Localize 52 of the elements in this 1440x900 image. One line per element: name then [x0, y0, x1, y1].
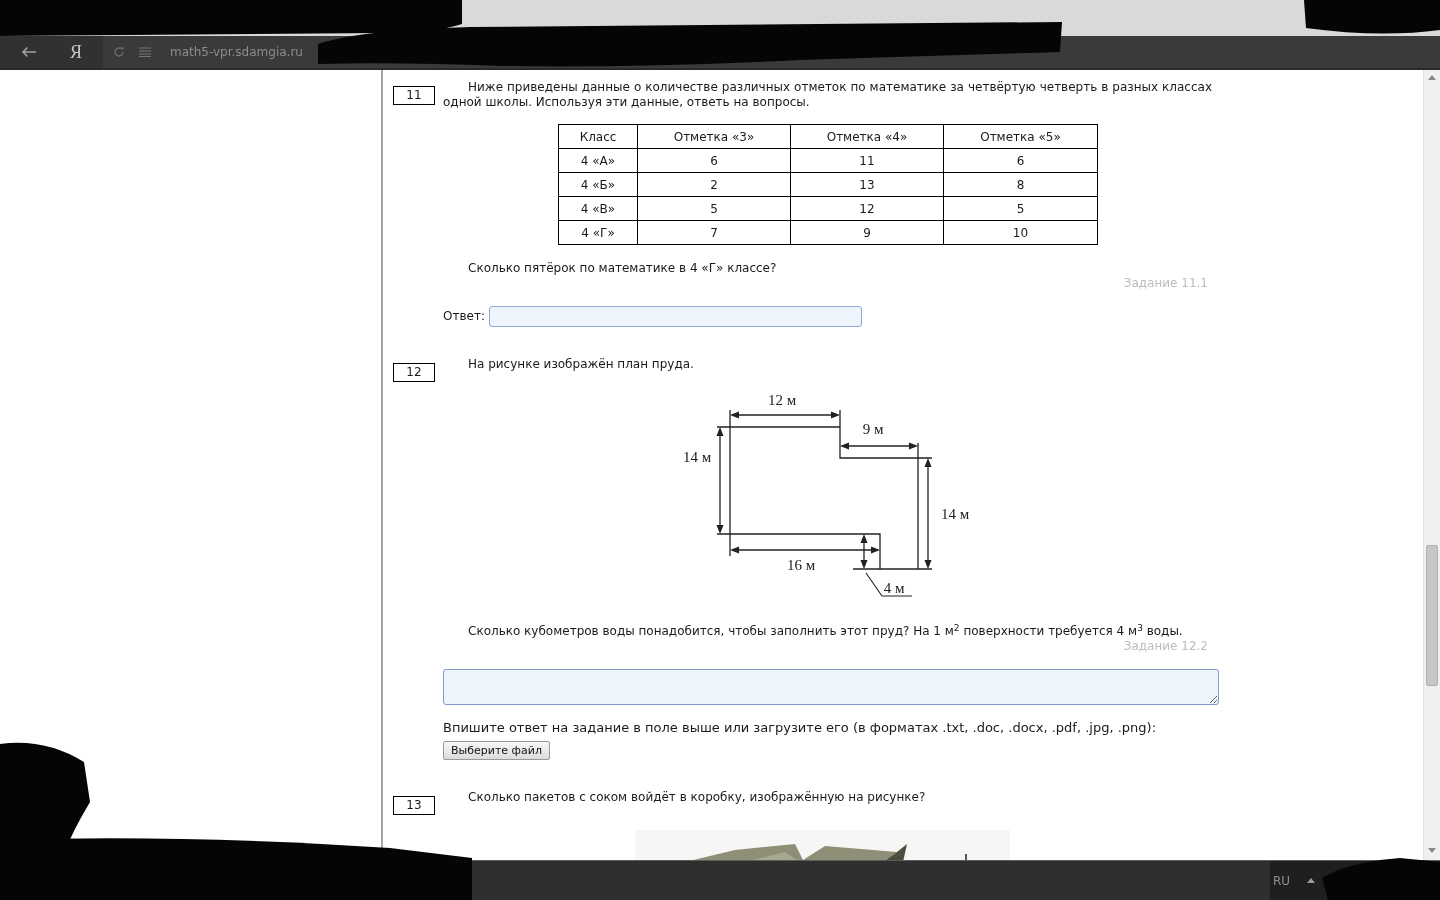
table-cell: 8 — [943, 172, 1098, 197]
table-cell: 11 — [790, 148, 944, 173]
back-arrow-icon[interactable] — [21, 46, 37, 58]
refresh-icon[interactable] — [113, 46, 125, 58]
scrollbar-thumb[interactable] — [1426, 545, 1438, 686]
table-cell: 2 — [637, 172, 791, 197]
table-cell: 13 — [790, 172, 944, 197]
menu-icon[interactable] — [139, 47, 151, 57]
scroll-down-icon[interactable] — [1428, 848, 1436, 853]
dimension-label: 14 м — [682, 449, 712, 465]
task-text: Ниже приведены данные о количестве различных отметок по математике за четвёртую четверть в разных классах одной школы. Используя эти данные, ответь на вопросы. — [443, 80, 1213, 110]
dimension-label: 16 м — [786, 557, 816, 573]
table-cell: 4 «Г» — [558, 220, 638, 245]
answer-field[interactable] — [488, 306, 862, 327]
task-number: 12 — [393, 363, 435, 382]
task-text: Сколько пакетов с соком войдёт в коробку, изображённую на рисунке? — [467, 790, 927, 805]
browser-logo[interactable]: Я — [70, 42, 82, 62]
dimension-label: 14 м — [940, 506, 970, 522]
table-cell: 5 — [943, 196, 1098, 221]
table-cell: 12 — [790, 196, 944, 221]
column-header: Класс — [558, 124, 638, 149]
task-label: Задание 11.1 — [1123, 276, 1208, 291]
scroll-up-icon[interactable] — [1428, 75, 1436, 80]
task-label: Задание 12.2 — [1123, 639, 1208, 654]
table-cell: 4 «Б» — [558, 172, 638, 197]
task-text: На рисунке изображён план пруда. — [467, 357, 695, 372]
column-header: Отметка «5» — [943, 124, 1098, 149]
table-cell: 6 — [637, 148, 791, 173]
choose-file-button[interactable]: Выберите файл — [443, 741, 550, 760]
table-cell: 6 — [943, 148, 1098, 173]
table-cell: 5 — [637, 196, 791, 221]
dimension-label: 12 м — [767, 392, 797, 408]
column-header: Отметка «3» — [637, 124, 791, 149]
task-number: 13 — [393, 796, 435, 815]
table-cell: 9 — [790, 220, 944, 245]
tray-expand-icon[interactable] — [1307, 878, 1316, 883]
question-text: Сколько пятёрок по математике в 4 «Г» классе? — [467, 261, 778, 276]
dimension-label: 4 м — [883, 580, 905, 596]
scrollbar[interactable] — [1423, 70, 1440, 860]
dimension-label: 9 м — [862, 421, 884, 437]
leader-line — [865, 572, 913, 597]
table-cell: 4 «А» — [558, 148, 638, 173]
language-indicator[interactable]: RU — [1273, 873, 1291, 888]
answer-label: Ответ: — [443, 309, 485, 324]
answer-box[interactable] — [443, 669, 1219, 705]
table-cell: 4 «В» — [558, 196, 638, 221]
task-number: 11 — [393, 86, 435, 105]
column-header: Отметка «4» — [790, 124, 944, 149]
table-cell: 10 — [943, 220, 1098, 245]
question-text: Сколько кубометров воды понадобится, чтобы заполнить этот пруд? На 1 м$^{2}$ поверхности требуется 4 м$^{3}$ воды. — [467, 624, 1184, 639]
upload-hint: Впишите ответ на задание в поле выше или загрузите его (в форматах .txt, .doc, .docx, .pdf, .jpg, .png): — [443, 720, 1158, 736]
table-cell: 7 — [637, 220, 791, 245]
